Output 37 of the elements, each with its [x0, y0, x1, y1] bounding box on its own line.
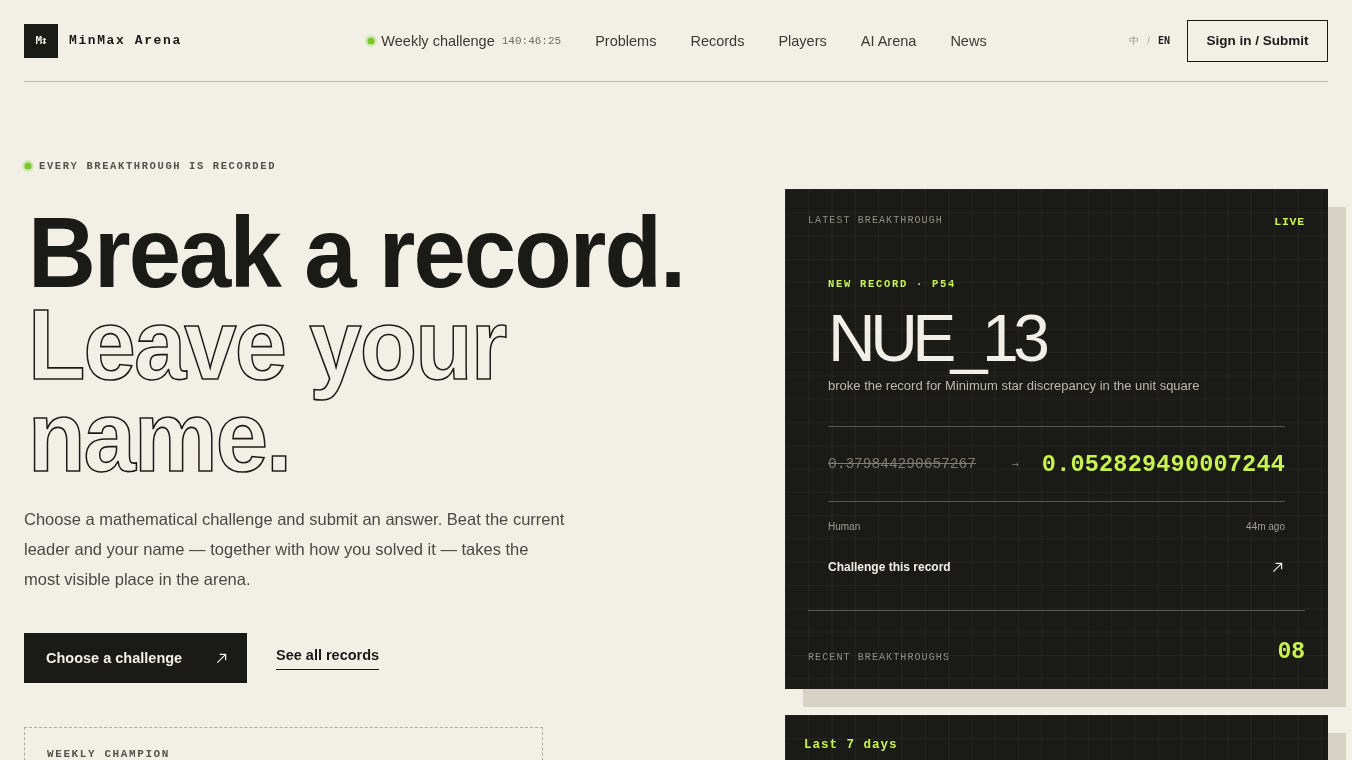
weekly-champion-label: WEEKLY CHAMPION: [47, 748, 171, 760]
nav-link[interactable]: AI Arena: [860, 32, 917, 49]
new-value: 0.052829490007244: [1041, 450, 1285, 478]
countdown-timer: 140:46:25: [501, 34, 562, 47]
challenge-record-link[interactable]: Challenge this record: [828, 560, 1285, 574]
status-dot-icon: [22, 160, 34, 172]
player-name: NUE_13: [828, 303, 1045, 373]
weekly-challenge-link[interactable]: Weekly challenge: [381, 32, 495, 49]
headline: Break a record.: [28, 206, 685, 298]
eyebrow-label: EVERY BREAKTHROUGH IS RECORDED: [39, 160, 277, 172]
record-tag: NEW RECORD · P54: [828, 277, 957, 291]
see-all-records-link[interactable]: See all records: [276, 646, 380, 670]
nav-link[interactable]: Players: [778, 32, 827, 49]
solver-type: Human: [828, 521, 861, 533]
arrow-right-icon: [1011, 461, 1019, 467]
previous-value: 0.379844290657267: [828, 456, 976, 472]
language-option[interactable]: EN: [1157, 35, 1170, 46]
outlined-headline: Leave your name.: [28, 298, 508, 482]
live-status-label: LIVE: [1274, 215, 1305, 228]
recent-count: 08: [1277, 640, 1305, 664]
choose-challenge-button[interactable]: Choose a challenge: [24, 633, 247, 683]
logo-mark[interactable]: M↕: [24, 23, 58, 58]
arrow-up-right-icon: [1272, 561, 1283, 573]
nav-link[interactable]: News: [950, 32, 987, 49]
card-label: LATEST BREAKTHROUGH: [808, 214, 943, 226]
language-separator: /: [1147, 35, 1150, 46]
brand-name[interactable]: MinMax Arena: [69, 33, 182, 48]
recent-breakthroughs-label: RECENT BREAKTHROUGHS: [808, 652, 951, 663]
nav-link[interactable]: Records: [690, 32, 745, 49]
period-label: Last 7 days: [804, 738, 898, 752]
arrow-up-right-icon: [216, 652, 227, 664]
sign-in-button[interactable]: Sign in / Submit: [1187, 19, 1328, 62]
hero-description: Choose a mathematical challenge and submit an answer. Beat the current leader and your name — together with how you solved it — takes the most visible place in the arena.: [24, 509, 566, 590]
nav-link[interactable]: Problems: [595, 32, 657, 49]
status-dot-icon: [365, 34, 378, 47]
record-summary: broke the record for Minimum star discrepancy in the unit square: [828, 377, 1200, 395]
time-ago: 44m ago: [1246, 521, 1285, 533]
